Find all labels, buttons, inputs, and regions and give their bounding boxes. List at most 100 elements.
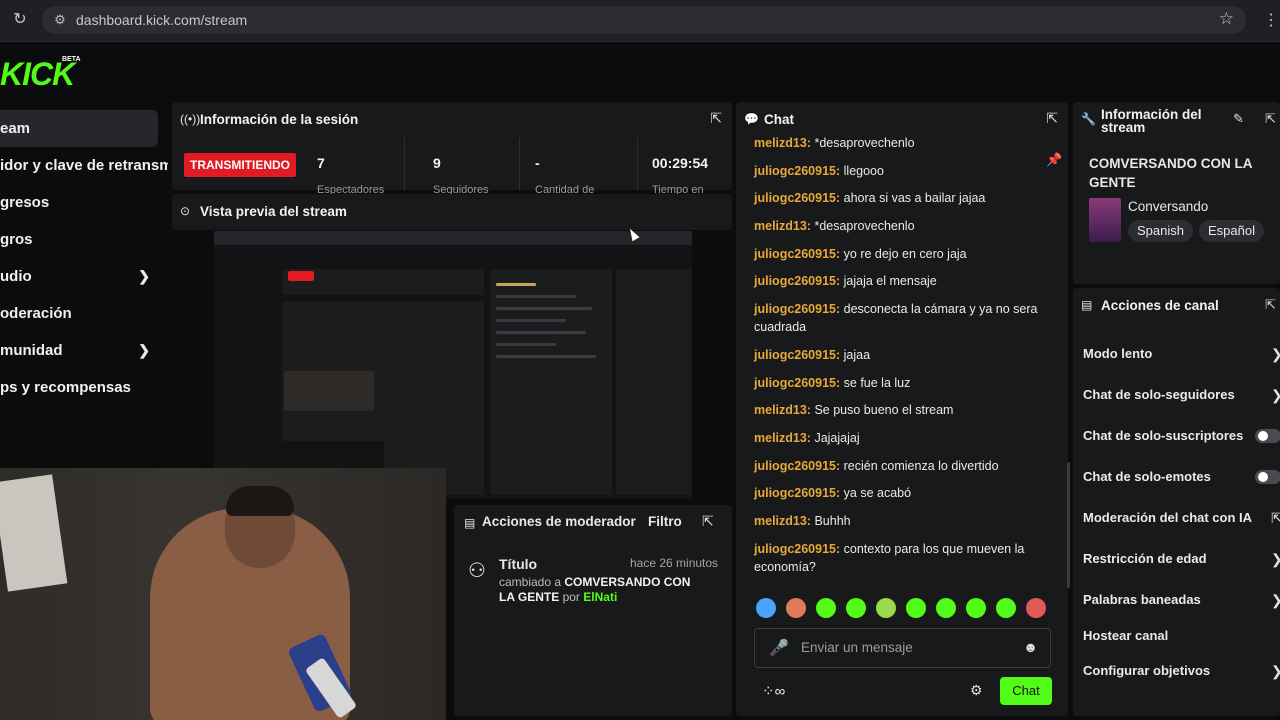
chat-username[interactable]: juliogc260915:	[754, 348, 840, 362]
infinity-icon[interactable]: ⁘∞	[762, 682, 785, 700]
sidebar-item-label: idor y clave de retransmisión	[0, 157, 168, 174]
channel-action-label[interactable]: Chat de solo-suscriptores	[1083, 428, 1243, 443]
chat-username[interactable]: juliogc260915:	[754, 191, 840, 205]
popout-icon[interactable]: ⇱	[1046, 110, 1058, 127]
site-settings-icon[interactable]: ⚙	[50, 10, 70, 30]
bookmark-star-icon[interactable]: ☆	[1219, 9, 1234, 29]
mod-entry-time: hace 26 minutos	[630, 556, 719, 570]
preview-chat-line	[496, 355, 596, 358]
emote-icon[interactable]	[786, 598, 806, 618]
chat-username[interactable]: melizd13:	[754, 514, 811, 528]
microphone-icon[interactable]: 🎤	[769, 638, 789, 658]
sidebar-item-rewards[interactable]: ps y recompensas	[0, 369, 168, 406]
sidebar-item-studio[interactable]: udio ❯	[0, 258, 168, 295]
chat-username[interactable]: juliogc260915:	[754, 376, 840, 390]
url-text[interactable]: dashboard.kick.com/stream	[76, 12, 247, 28]
chat-send-button[interactable]: Chat	[1000, 677, 1052, 705]
channel-action-label[interactable]: Moderación del chat con IA	[1083, 510, 1252, 525]
popout-icon[interactable]: ⇱	[1265, 297, 1276, 313]
browser-menu-icon[interactable]: ⋮	[1262, 10, 1280, 32]
stat-uptime-value: 00:29:54	[652, 155, 709, 171]
edit-icon[interactable]: ✎	[1233, 111, 1244, 127]
chevron-right-icon[interactable]: ❯	[1271, 551, 1280, 568]
emote-icon[interactable]	[966, 598, 986, 618]
webcam-overlay	[0, 468, 446, 720]
chat-username[interactable]: juliogc260915:	[754, 274, 840, 288]
emoji-icon[interactable]: ☻	[1023, 639, 1038, 655]
toggle-switch[interactable]	[1255, 470, 1280, 484]
chat-username[interactable]: melizd13:	[754, 219, 811, 233]
emote-icon[interactable]	[1026, 598, 1046, 618]
chat-scrollbar[interactable]	[1067, 462, 1070, 588]
chat-message: melizd13: Jajajajaj	[754, 429, 1054, 447]
broadcast-icon: ((•))	[180, 112, 201, 126]
chat-username[interactable]: melizd13:	[754, 136, 811, 150]
filter-button[interactable]: Filtro	[648, 514, 682, 529]
chat-text: Buhhh	[814, 513, 851, 528]
chat-message: juliogc260915: se fue la luz	[754, 374, 1054, 392]
mod-entry-description: cambiado a COMVERSANDO CON LA GENTE por …	[499, 575, 709, 605]
emote-icon[interactable]	[906, 598, 926, 618]
sidebar: eam idor y clave de retransmisión gresos…	[0, 110, 168, 406]
sidebar-item-achievements[interactable]: gros	[0, 221, 168, 258]
chat-message: juliogc260915: ahora si vas a bailar jaj…	[754, 189, 1054, 207]
popout-icon[interactable]: ⇱	[702, 513, 714, 530]
sidebar-item-stream[interactable]: eam	[0, 110, 158, 147]
chat-username[interactable]: melizd13:	[754, 431, 811, 445]
chat-username[interactable]: juliogc260915:	[754, 486, 840, 500]
sidebar-item-label: gros	[0, 231, 33, 248]
chat-username[interactable]: juliogc260915:	[754, 302, 840, 316]
reload-icon[interactable]: ↻	[10, 10, 30, 30]
chat-username[interactable]: juliogc260915:	[754, 164, 840, 178]
chat-text: *desaprovechenlo	[814, 219, 915, 234]
sidebar-item-moderation[interactable]: oderación	[0, 295, 168, 332]
sidebar-item-label: munidad	[0, 342, 63, 359]
chat-message: juliogc260915: desconecta la cámara y ya…	[754, 300, 1054, 336]
chat-username[interactable]: melizd13:	[754, 403, 811, 417]
channel-action-label[interactable]: Configurar objetivos	[1083, 663, 1210, 678]
chat-text: recién comienza lo divertido	[843, 458, 999, 473]
address-bar[interactable]: ⚙ dashboard.kick.com/stream ☆	[42, 6, 1246, 34]
toggle-switch[interactable]	[1255, 429, 1280, 443]
stream-category[interactable]: Conversando	[1128, 199, 1208, 214]
gear-icon[interactable]: ⚙	[970, 682, 983, 699]
pin-icon[interactable]: 📌	[1046, 152, 1062, 168]
chevron-right-icon[interactable]: ❯	[1271, 592, 1280, 609]
stat-followers-value: 9	[433, 155, 441, 171]
sidebar-item-community[interactable]: munidad ❯	[0, 332, 168, 369]
mod-desc-user[interactable]: ElNati	[583, 590, 617, 604]
external-link-icon[interactable]: ⇱	[1271, 510, 1280, 527]
preview-actions-panel	[616, 269, 692, 495]
popout-icon[interactable]: ⇱	[1265, 111, 1276, 127]
chat-input-placeholder: Enviar un mensaje	[801, 640, 913, 655]
chevron-right-icon[interactable]: ❯	[1271, 663, 1280, 680]
preview-chat-line	[496, 283, 536, 286]
channel-action-label[interactable]: Hostear canal	[1083, 628, 1168, 643]
chat-text: ya se acabó	[843, 486, 912, 501]
stream-info-panel: 🔧 Información del stream ✎ ⇱	[1073, 102, 1280, 284]
sidebar-item-server-key[interactable]: idor y clave de retransmisión	[0, 147, 168, 184]
emote-icon[interactable]	[846, 598, 866, 618]
stream-preview[interactable]	[214, 231, 692, 499]
popout-icon[interactable]: ⇱	[710, 110, 722, 127]
list-icon: ▤	[464, 516, 476, 530]
chevron-right-icon[interactable]: ❯	[1271, 346, 1280, 363]
channel-action-label[interactable]: Palabras baneadas	[1083, 592, 1201, 607]
channel-action-label[interactable]: Chat de solo-seguidores	[1083, 387, 1235, 402]
emote-icon[interactable]	[816, 598, 836, 618]
sidebar-item-income[interactable]: gresos	[0, 184, 168, 221]
webcam-hair	[226, 486, 294, 516]
browser-bar: ↻ ⚙ dashboard.kick.com/stream ☆ ⋮	[0, 0, 1280, 42]
channel-action-label[interactable]: Restricción de edad	[1083, 551, 1207, 566]
emote-icon[interactable]	[936, 598, 956, 618]
emote-icon[interactable]	[996, 598, 1016, 618]
chat-username[interactable]: juliogc260915:	[754, 542, 840, 556]
chat-input[interactable]: 🎤 Enviar un mensaje ☻	[754, 628, 1051, 668]
chat-username[interactable]: juliogc260915:	[754, 247, 840, 261]
emote-icon[interactable]	[756, 598, 776, 618]
channel-action-label[interactable]: Modo lento	[1083, 346, 1152, 361]
channel-action-label[interactable]: Chat de solo-emotes	[1083, 469, 1211, 484]
chat-username[interactable]: juliogc260915:	[754, 459, 840, 473]
chevron-right-icon[interactable]: ❯	[1271, 387, 1280, 404]
emote-icon[interactable]	[876, 598, 896, 618]
